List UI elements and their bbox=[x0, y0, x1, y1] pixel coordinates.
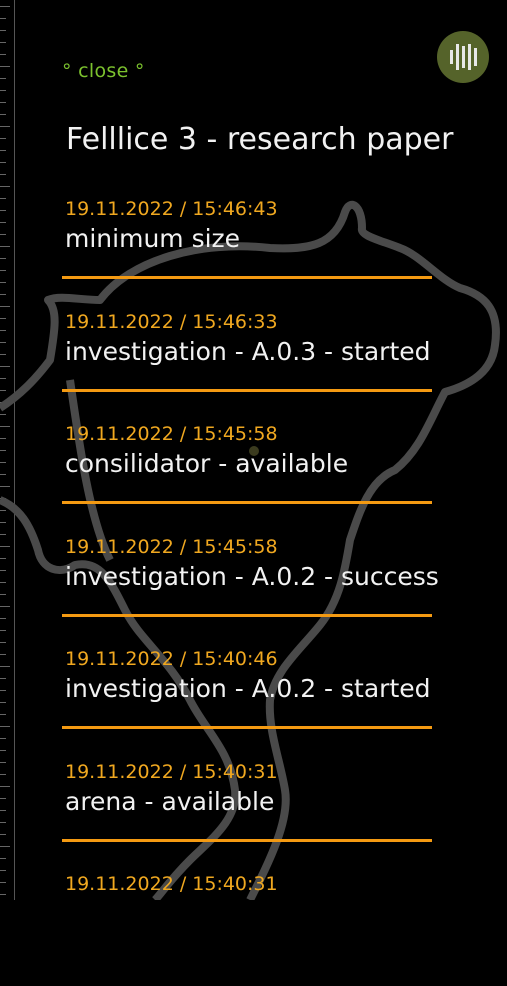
event-log: 19.11.2022 / 15:46:43 minimum size 19.11… bbox=[62, 198, 439, 986]
vertical-bars-icon bbox=[450, 44, 477, 70]
log-divider bbox=[62, 501, 432, 504]
log-entry: 19.11.2022 / 15:46:43 minimum size bbox=[62, 198, 432, 311]
log-timestamp: 19.11.2022 / 15:46:43 bbox=[65, 198, 278, 220]
log-entry: 19.11.2022 / 15:40:31 arena - available bbox=[62, 761, 432, 874]
log-entry: 19.11.2022 / 15:45:58 investigation - A.… bbox=[62, 535, 439, 649]
log-entry: 19.11.2022 / 15:46:33 investigation - A.… bbox=[62, 311, 432, 424]
log-message: investigation - A.0.2 - started bbox=[65, 674, 431, 703]
log-timestamp: 19.11.2022 / 15:40:46 bbox=[65, 648, 278, 670]
log-message: arena - available bbox=[65, 786, 275, 816]
log-message: investigation - A.0.2 - success bbox=[65, 561, 439, 591]
close-link[interactable]: ° close ° bbox=[62, 60, 145, 82]
log-divider bbox=[62, 388, 432, 392]
log-divider bbox=[62, 726, 432, 729]
log-timestamp: 19.11.2022 / 15:40:31 bbox=[65, 873, 278, 895]
log-entry: 19.11.2022 / 15:40:46 investigation - A.… bbox=[62, 648, 432, 761]
log-message: consilidator - available bbox=[65, 449, 349, 478]
log-divider bbox=[62, 838, 432, 842]
log-timestamp: 19.11.2022 / 15:45:58 bbox=[65, 535, 278, 558]
log-timestamp: 19.11.2022 / 15:45:58 bbox=[65, 423, 278, 445]
log-message: minimum size bbox=[65, 224, 241, 253]
log-entry: 19.11.2022 / 15:40:31 bbox=[62, 873, 432, 986]
menu-button[interactable] bbox=[437, 31, 489, 83]
log-divider bbox=[62, 276, 432, 279]
log-divider bbox=[62, 613, 432, 617]
page-title: Felllice 3 - research paper bbox=[66, 122, 454, 157]
log-message: investigation - A.0.3 - started bbox=[65, 336, 431, 366]
log-timestamp: 19.11.2022 / 15:40:31 bbox=[65, 760, 278, 783]
log-entry: 19.11.2022 / 15:45:58 consilidator - ava… bbox=[62, 423, 432, 536]
log-timestamp: 19.11.2022 / 15:46:33 bbox=[65, 310, 278, 333]
